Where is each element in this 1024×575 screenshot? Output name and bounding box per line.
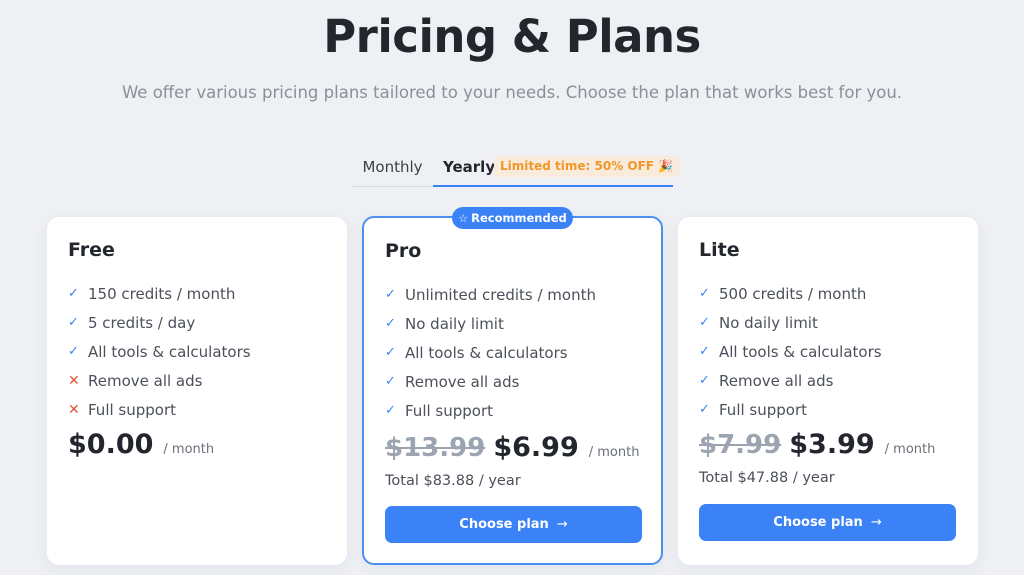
plan-card-lite: Lite ✓ 500 credits / month ✓ No daily limi… <box>678 217 978 565</box>
price-period: / month <box>163 442 215 457</box>
feature-item: ✓ No daily limit <box>699 308 882 337</box>
feature-text: All tools & calculators <box>719 342 882 361</box>
feature-item: ✓ Full support <box>699 395 882 424</box>
star-icon: ☆ <box>458 212 469 225</box>
price-row: $13.99 $6.99 / month <box>385 432 639 463</box>
feature-text: No daily limit <box>405 314 504 333</box>
current-price: $3.99 <box>789 429 875 460</box>
recommended-badge: ☆ Recommended <box>452 207 573 229</box>
plan-name: Lite <box>699 239 740 261</box>
cross-icon: ✕ <box>68 372 80 389</box>
feature-item: ✓ Unlimited credits / month <box>385 280 596 309</box>
plan-name: Free <box>68 239 115 261</box>
feature-text: Full support <box>719 400 808 419</box>
feature-text: Remove all ads <box>405 372 520 391</box>
check-icon: ✓ <box>699 315 710 330</box>
feature-list: ✓ 500 credits / month ✓ No daily limit ✓ Al… <box>699 279 882 424</box>
current-price: $0.00 <box>68 429 154 460</box>
feature-text: 150 credits / month <box>88 284 236 303</box>
feature-item: ✓ Full support <box>385 396 596 425</box>
check-icon: ✓ <box>385 345 396 360</box>
choose-plan-label: Choose plan <box>459 517 549 532</box>
tab-monthly[interactable]: Monthly <box>352 152 433 187</box>
check-icon: ✓ <box>699 373 710 388</box>
feature-item: ✕ Remove all ads <box>68 366 251 395</box>
price-period: / month <box>884 442 936 457</box>
cross-icon: ✕ <box>68 401 80 418</box>
feature-item: ✓ 150 credits / month <box>68 279 251 308</box>
check-icon: ✓ <box>699 402 710 417</box>
price-period: / month <box>588 445 640 460</box>
choose-plan-button[interactable]: Choose plan → <box>385 506 642 543</box>
check-icon: ✓ <box>385 287 396 302</box>
feature-text: All tools & calculators <box>88 342 251 361</box>
feature-list: ✓ Unlimited credits / month ✓ No daily lim… <box>385 280 596 425</box>
feature-text: Remove all ads <box>719 371 834 390</box>
feature-text: Remove all ads <box>88 371 203 390</box>
tab-yearly[interactable]: Yearly Limited time: 50% OFF 🎉 <box>433 152 680 187</box>
recommended-label: Recommended <box>471 211 567 225</box>
page-title: Pricing & Plans <box>323 10 701 63</box>
original-price: $13.99 <box>385 433 486 463</box>
choose-plan-button[interactable]: Choose plan → <box>699 504 956 541</box>
page-subtitle: We offer various pricing plans tailored … <box>121 83 903 102</box>
check-icon: ✓ <box>385 403 396 418</box>
feature-item: ✓ All tools & calculators <box>68 337 251 366</box>
feature-text: No daily limit <box>719 313 818 332</box>
check-icon: ✓ <box>68 344 79 359</box>
tab-yearly-label: Yearly <box>443 158 496 176</box>
check-icon: ✓ <box>385 374 396 389</box>
feature-item: ✓ All tools & calculators <box>699 337 882 366</box>
choose-plan-label: Choose plan <box>773 515 863 530</box>
feature-text: Full support <box>405 401 494 420</box>
feature-item: ✓ No daily limit <box>385 309 596 338</box>
feature-text: Unlimited credits / month <box>405 285 596 304</box>
plan-card-pro: Pro ✓ Unlimited credits / month ✓ No daily… <box>362 216 663 565</box>
original-price: $7.99 <box>699 430 782 460</box>
feature-item: ✓ Remove all ads <box>699 366 882 395</box>
feature-item: ✓ All tools & calculators <box>385 338 596 367</box>
feature-item: ✓ Remove all ads <box>385 367 596 396</box>
feature-item: ✕ Full support <box>68 395 251 424</box>
feature-text: Full support <box>88 400 177 419</box>
check-icon: ✓ <box>385 316 396 331</box>
feature-item: ✓ 500 credits / month <box>699 279 882 308</box>
yearly-total: Total $47.88 / year <box>699 470 835 486</box>
arrow-right-icon: → <box>556 517 568 532</box>
check-icon: ✓ <box>68 315 79 330</box>
check-icon: ✓ <box>68 286 79 301</box>
current-price: $6.99 <box>493 432 579 463</box>
feature-text: 5 credits / day <box>88 313 196 332</box>
plan-name: Pro <box>385 240 422 262</box>
feature-text: 500 credits / month <box>719 284 867 303</box>
feature-item: ✓ 5 credits / day <box>68 308 251 337</box>
feature-list: ✓ 150 credits / month ✓ 5 credits / day ✓ A… <box>68 279 251 424</box>
yearly-total: Total $83.88 / year <box>385 473 521 489</box>
feature-text: All tools & calculators <box>405 343 568 362</box>
billing-period-tabs: Monthly Yearly Limited time: 50% OFF 🎉 <box>352 152 680 187</box>
arrow-right-icon: → <box>870 515 882 530</box>
price-row: $7.99 $3.99 / month <box>699 429 935 460</box>
check-icon: ✓ <box>699 344 710 359</box>
promo-badge: Limited time: 50% OFF 🎉 <box>494 156 680 177</box>
plan-card-free: Free ✓ 150 credits / month ✓ 5 credits / d… <box>47 217 347 565</box>
price-row: $0.00 / month <box>68 429 214 460</box>
check-icon: ✓ <box>699 286 710 301</box>
